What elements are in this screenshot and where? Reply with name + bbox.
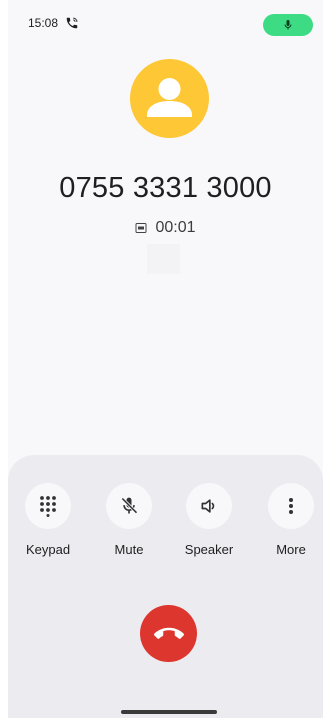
mic-icon bbox=[284, 20, 292, 30]
person-avatar-icon bbox=[147, 78, 192, 117]
speaker-action[interactable]: Speaker bbox=[169, 483, 249, 557]
call-controls-panel: Keypad Mute Speaker More bbox=[8, 455, 323, 718]
mute-label: Mute bbox=[114, 542, 144, 557]
end-call-button[interactable] bbox=[140, 605, 197, 662]
in-call-screen: 15:08 0755 3331 3000 00:01 Keypad Mute S… bbox=[8, 0, 323, 718]
caller-avatar bbox=[130, 59, 209, 138]
dialpad-icon bbox=[40, 496, 56, 517]
speaker-button[interactable] bbox=[186, 483, 232, 529]
mute-action[interactable]: Mute bbox=[89, 483, 169, 557]
keypad-button[interactable] bbox=[25, 483, 71, 529]
keypad-action[interactable]: Keypad bbox=[8, 483, 88, 557]
status-bar: 15:08 bbox=[8, 14, 323, 36]
volume-icon bbox=[201, 499, 215, 513]
call-duration: 00:01 bbox=[155, 219, 196, 236]
call-end-icon bbox=[153, 627, 184, 639]
phone-number: 0755 3331 3000 bbox=[59, 172, 272, 204]
active-mic-indicator[interactable] bbox=[263, 14, 313, 36]
more-action[interactable]: More bbox=[251, 483, 323, 557]
sim-card-icon bbox=[135, 223, 147, 233]
keypad-label: Keypad bbox=[25, 542, 71, 557]
status-time: 15:08 bbox=[28, 16, 59, 30]
speaker-label: Speaker bbox=[184, 542, 234, 557]
mic-off-icon bbox=[121, 497, 138, 514]
more-label: More bbox=[276, 542, 306, 557]
call-duration-row: 00:01 bbox=[8, 219, 323, 237]
wifi-call-icon bbox=[66, 17, 78, 29]
placeholder-area bbox=[147, 244, 180, 274]
gesture-navigation-bar[interactable] bbox=[121, 710, 217, 714]
more-button[interactable] bbox=[268, 483, 314, 529]
more-vert-icon bbox=[289, 498, 293, 514]
mute-button[interactable] bbox=[106, 483, 152, 529]
